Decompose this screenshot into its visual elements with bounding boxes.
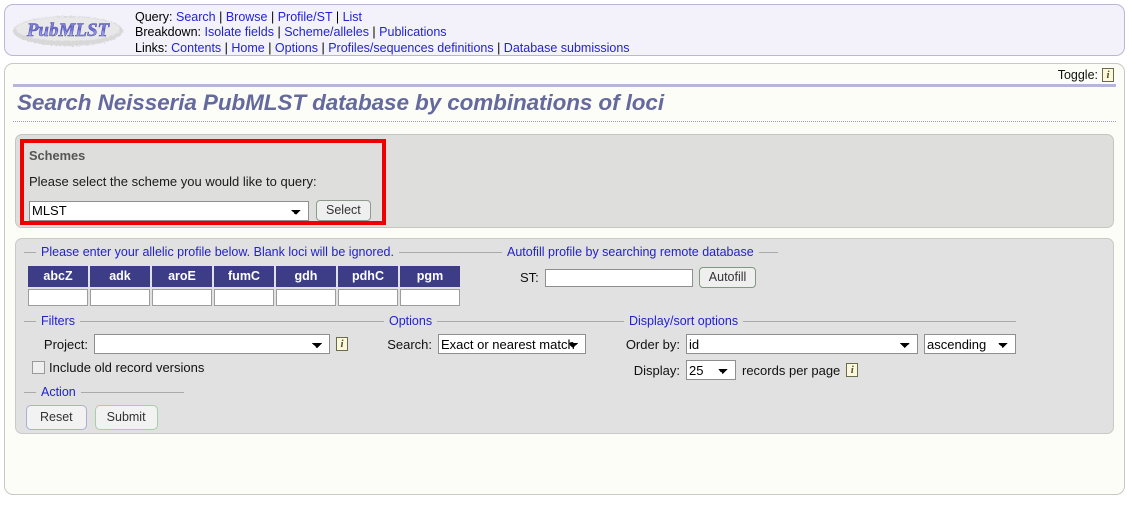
st-label: ST: [520, 270, 539, 285]
page-title: Search Neisseria PubMLST database by com… [17, 90, 664, 115]
pubmlst-logo: PubMLST [9, 8, 127, 52]
pubmlst-logo-graphic: PubMLST [13, 16, 123, 46]
records-per-page-suffix: records per page [742, 362, 841, 378]
options-legend: Options [389, 314, 433, 328]
nav-link-browse[interactable]: Browse [226, 10, 268, 24]
locus-input-abcZ[interactable] [28, 289, 88, 306]
loci-header-row: abcZ adk aroE fumC gdh pdhC pgm [28, 266, 460, 287]
action-legend: Action [41, 385, 76, 399]
nav-label-breakdown: Breakdown: [135, 25, 202, 40]
nav-link-list[interactable]: List [343, 10, 362, 24]
autofill-legend: Autofill profile by searching remote dat… [507, 245, 754, 259]
nav-link-database-submissions[interactable]: Database submissions [504, 41, 630, 55]
submit-button[interactable]: Submit [94, 405, 158, 430]
page-title-container: Search Neisseria PubMLST database by com… [13, 84, 1116, 122]
scheme-select[interactable]: MLST [29, 200, 309, 221]
order-by-select[interactable]: id [686, 334, 918, 354]
records-per-page-select[interactable]: 25 [686, 360, 736, 380]
project-select[interactable] [94, 334, 330, 354]
loci-table: abcZ adk aroE fumC gdh pdhC pgm [26, 264, 462, 308]
st-input[interactable] [544, 268, 693, 287]
include-old-versions-checkbox[interactable] [32, 361, 45, 374]
query-form-panel: Please enter your allelic profile below.… [15, 238, 1114, 434]
autofill-fieldset: Autofill profile by searching remote dat… [490, 245, 778, 288]
locus-header-abcZ: abcZ [28, 266, 88, 287]
toggle-label: Toggle: [1057, 68, 1098, 82]
locus-input-gdh[interactable] [276, 289, 336, 306]
info-icon[interactable]: i [1102, 68, 1114, 82]
nav-link-isolate-fields[interactable]: Isolate fields [205, 25, 274, 39]
site-header: PubMLST Query: Search | Browse | Profile… [4, 4, 1125, 56]
nav-label-links: Links: [135, 40, 168, 55]
svg-text:PubMLST: PubMLST [26, 20, 111, 41]
sort-direction-select[interactable]: ascending [924, 334, 1016, 354]
toggle-control: Toggle: i [1058, 68, 1114, 82]
action-fieldset: Action Reset Submit [24, 385, 184, 430]
options-fieldset: Options Search: Exact or nearest match [372, 314, 612, 354]
display-sort-fieldset: Display/sort options Order by: id ascend… [612, 314, 1016, 380]
nav-label-query: Query: [135, 10, 173, 24]
schemes-description: Please select the scheme you would like … [29, 174, 317, 189]
project-label: Project: [43, 336, 88, 352]
header-nav: Query: Search | Browse | Profile/ST | Li… [135, 10, 630, 56]
locus-header-aroE: aroE [152, 266, 212, 287]
locus-header-gdh: gdh [276, 266, 336, 287]
include-old-versions-label: Include old record versions [49, 360, 205, 375]
nav-link-search[interactable]: Search [176, 10, 216, 24]
display-label: Display: [633, 362, 680, 378]
search-mode-select[interactable]: Exact or nearest match [438, 334, 586, 354]
nav-link-publications[interactable]: Publications [379, 25, 446, 39]
filters-fieldset: Filters Project: i Include old record ve… [24, 314, 372, 375]
locus-input-adk[interactable] [90, 289, 150, 306]
nav-row-query: Query: Search | Browse | Profile/ST | Li… [135, 10, 363, 24]
project-info-icon[interactable]: i [336, 337, 348, 351]
locus-input-fumC[interactable] [214, 289, 274, 306]
display-sort-legend: Display/sort options [629, 314, 739, 328]
reset-button[interactable]: Reset [26, 405, 87, 430]
loci-input-row [28, 289, 460, 306]
display-info-icon[interactable]: i [846, 363, 859, 377]
locus-header-pgm: pgm [400, 266, 460, 287]
schemes-panel: Schemes Please select the scheme you wou… [15, 134, 1114, 228]
nav-link-profiles-sequences-definitions[interactable]: Profiles/sequences definitions [328, 41, 493, 55]
select-scheme-button[interactable]: Select [316, 200, 371, 221]
nav-link-home[interactable]: Home [231, 41, 264, 55]
search-label: Search: [387, 336, 432, 352]
nav-row-links: Links: Contents | Home | Options | Profi… [135, 40, 630, 55]
schemes-heading: Schemes [29, 148, 86, 163]
nav-link-contents[interactable]: Contents [171, 41, 221, 55]
locus-input-pdhC[interactable] [338, 289, 398, 306]
autofill-button[interactable]: Autofill [698, 267, 757, 288]
allelic-profile-fieldset: Please enter your allelic profile below.… [24, 245, 490, 308]
main-content-panel: Toggle: i Search Neisseria PubMLST datab… [4, 63, 1125, 495]
allelic-profile-legend: Please enter your allelic profile below.… [41, 245, 394, 259]
locus-input-aroE[interactable] [152, 289, 212, 306]
nav-link-options[interactable]: Options [275, 41, 318, 55]
nav-link-scheme-alleles[interactable]: Scheme/alleles [284, 25, 369, 39]
locus-header-adk: adk [90, 266, 150, 287]
filters-legend: Filters [41, 314, 76, 328]
nav-link-profile-st[interactable]: Profile/ST [278, 10, 333, 24]
locus-input-pgm[interactable] [400, 289, 460, 306]
locus-header-pdhC: pdhC [338, 266, 398, 287]
locus-header-fumC: fumC [214, 266, 274, 287]
nav-row-breakdown: Breakdown: Isolate fields | Scheme/allel… [135, 25, 447, 40]
order-by-label: Order by: [625, 336, 680, 352]
